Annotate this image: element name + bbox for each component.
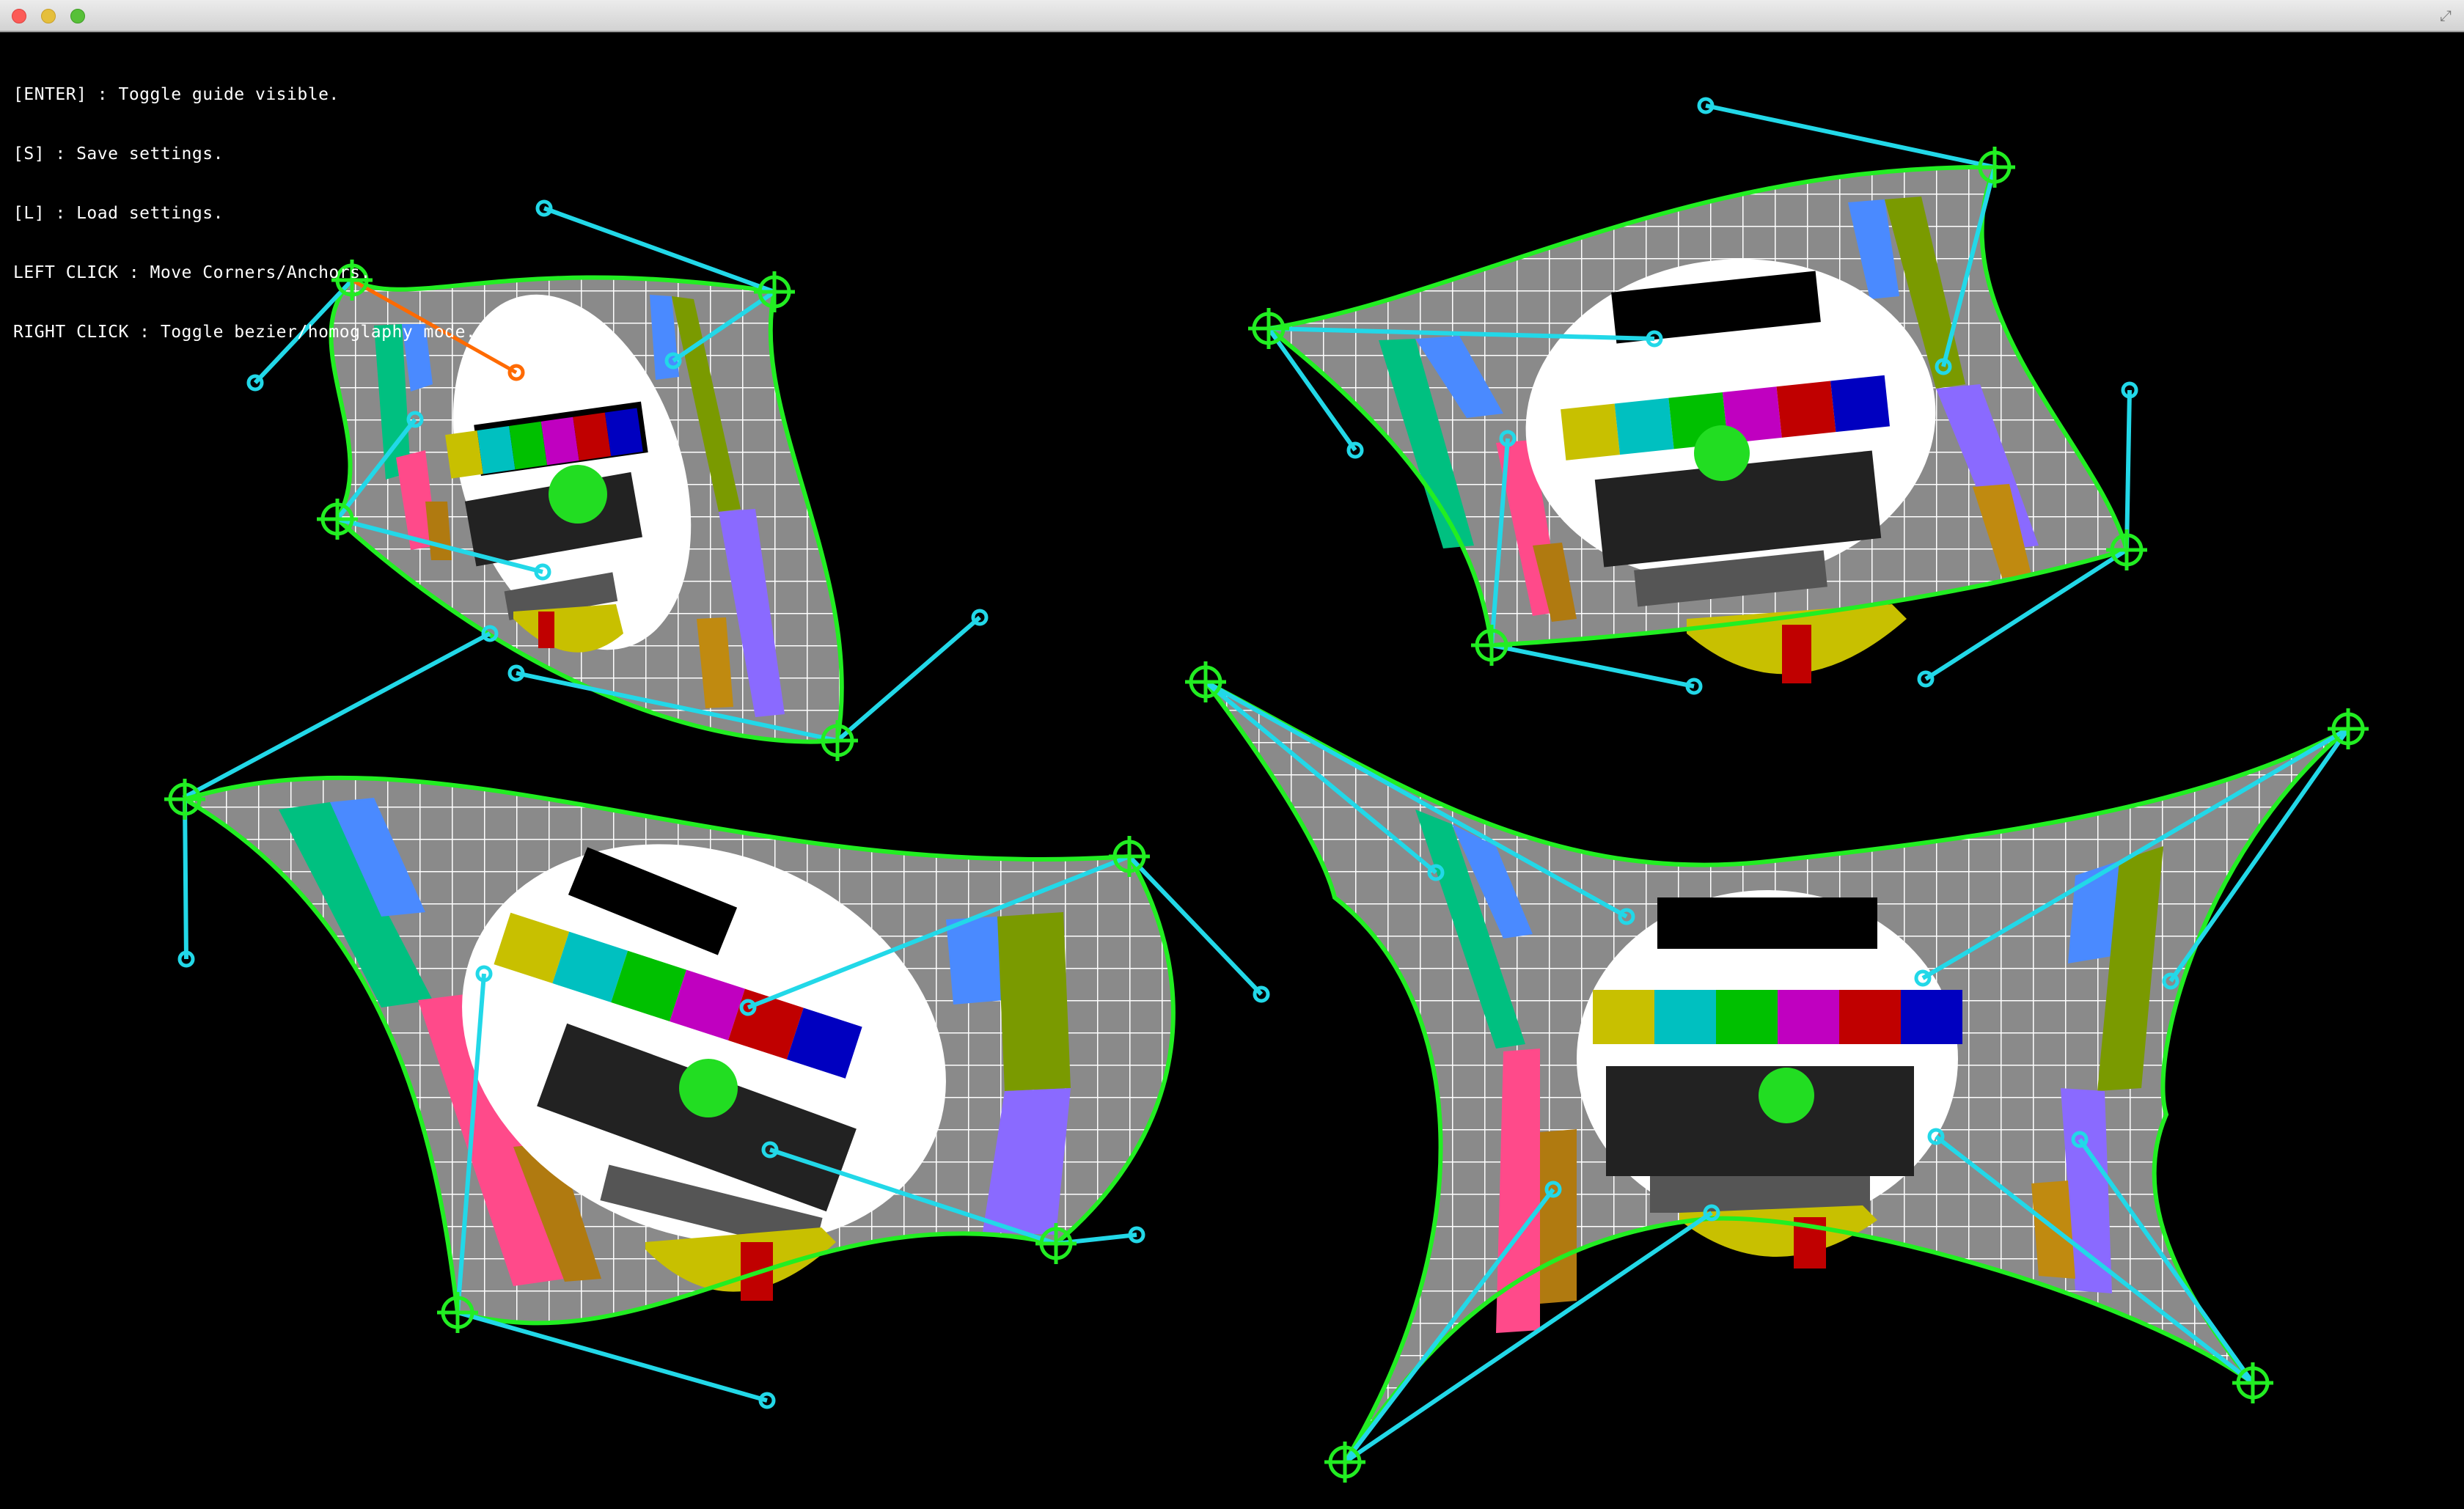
help-line: LEFT CLICK : Move Corners/Anchors. — [13, 263, 371, 282]
corner-crosshair-icon[interactable] — [1248, 308, 1289, 349]
help-line: RIGHT CLICK : Toggle bezier/homoglaphy m… — [13, 323, 477, 342]
help-line: [ENTER] : Toggle guide visible. — [13, 85, 340, 104]
help-line: [S] : Save settings. — [13, 144, 224, 164]
corner-crosshair-icon[interactable] — [1324, 1442, 1365, 1483]
minimize-button[interactable] — [41, 9, 56, 23]
help-overlay: [ENTER] : Toggle guide visible. [S] : Sa… — [13, 45, 476, 382]
warped-surface-2 — [1263, 103, 2132, 689]
fullscreen-icon[interactable]: ⤢ — [2438, 7, 2454, 23]
close-button[interactable] — [12, 9, 26, 23]
zoom-button[interactable] — [70, 9, 85, 23]
warped-surface-4 — [1203, 680, 2350, 1464]
render-canvas[interactable]: [ENTER] : Toggle guide visible. [S] : Sa… — [0, 32, 2464, 1509]
window-titlebar: ⤢ — [0, 0, 2464, 32]
corner-crosshair-icon[interactable] — [164, 779, 205, 820]
warped-surface-3 — [179, 775, 1264, 1403]
help-line: [L] : Load settings. — [13, 204, 224, 223]
